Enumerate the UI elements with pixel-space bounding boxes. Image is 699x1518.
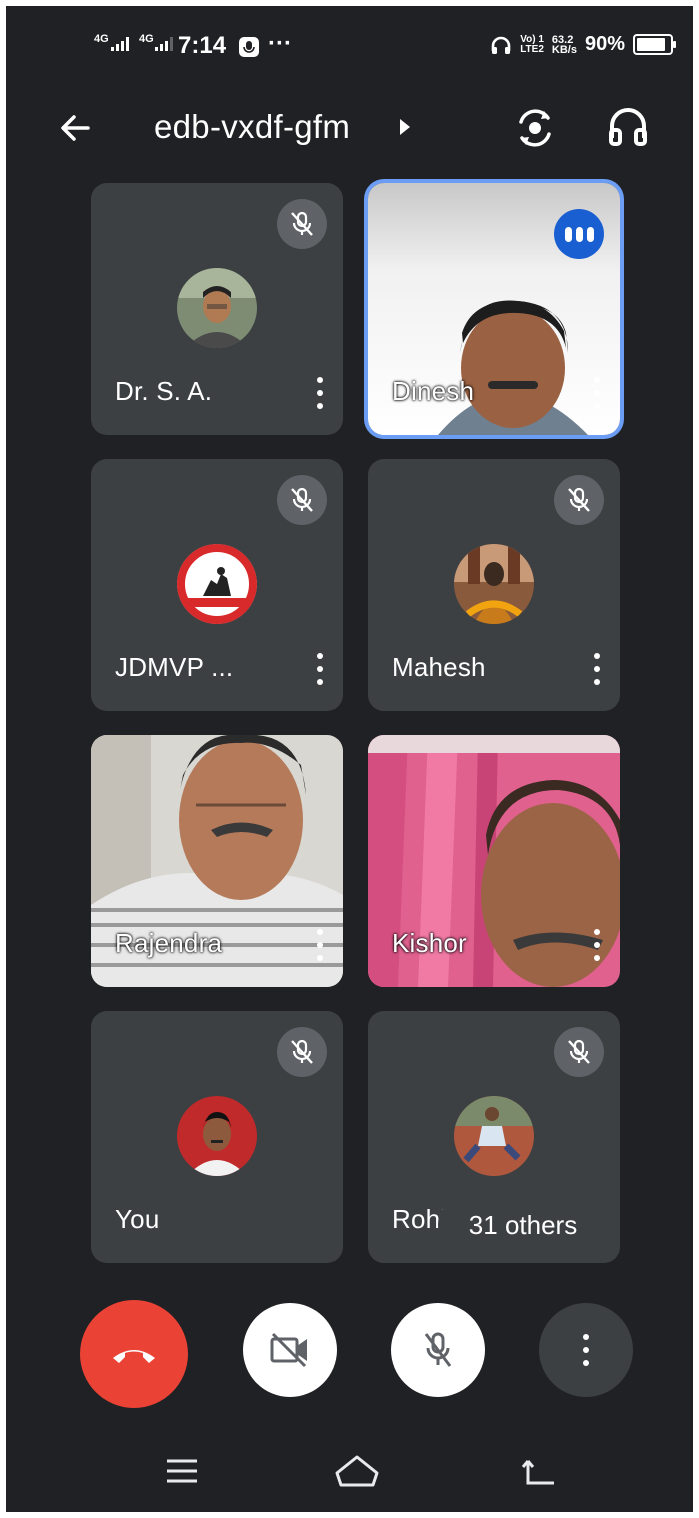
participant-tile[interactable]: Mahesh [368,459,620,711]
signal-2-label: 4G [139,33,154,45]
audio-output-headset-icon[interactable] [604,104,652,152]
participant-name: Dinesh [392,376,475,406]
participant-tile[interactable]: Rajendra [91,735,343,987]
mic-off-icon [424,1332,452,1367]
battery-percent: 90% [584,33,625,55]
mic-off-icon [554,1027,604,1077]
camera-toggle-button[interactable] [243,1303,337,1397]
more-options-icon[interactable] [317,653,323,687]
participant-name: JDMVP ... [115,652,234,682]
avatar [454,1096,534,1176]
participant-name: Dr. S. A. [115,376,213,406]
hang-up-icon [113,1350,155,1363]
more-notifications-indicator: ··· [268,30,292,57]
switch-camera-icon[interactable] [511,104,559,152]
volte-indicator: Vo) 1 LTE2 [520,33,544,55]
speaking-indicator-icon [554,209,604,259]
avatar [177,268,257,348]
mic-off-icon [277,1027,327,1077]
participant-tile[interactable]: JDMVP ... [91,459,343,711]
battery-fill [637,38,666,51]
meeting-details-caret-icon[interactable] [398,117,412,137]
headset-status-icon [491,36,511,54]
end-call-button[interactable] [80,1300,188,1408]
signal-1-label: 4G [94,33,109,45]
avatar [454,544,534,624]
more-options-button[interactable] [539,1303,633,1397]
network-speed: 63.2 KB/s [551,33,577,56]
status-bar: 4G 4G 7:14 ··· Vo) 1 LTE2 63.2 KB/s 90% [6,6,693,78]
more-vert-icon [583,1334,589,1366]
meeting-code[interactable]: edb-vxdf-gfm [154,108,350,146]
home-icon[interactable] [332,1451,382,1491]
microphone-toggle-button[interactable] [391,1303,485,1397]
more-options-icon[interactable] [594,929,600,963]
more-options-icon[interactable] [317,929,323,963]
self-tile[interactable]: You [91,1011,343,1263]
phone-screen: 4G 4G 7:14 ··· Vo) 1 LTE2 63.2 KB/s 90% [6,6,693,1512]
back-nav-icon[interactable] [520,1451,560,1491]
participant-tile[interactable]: Dr. S. A. [91,183,343,435]
status-right: Vo) 1 LTE2 63.2 KB/s 90% [490,33,676,56]
participant-name: Mahesh [392,652,486,682]
more-options-icon[interactable] [594,377,600,411]
signal-2-icon [155,37,173,51]
camera-off-icon [270,1332,307,1368]
participant-name: You [115,1204,160,1234]
signal-1-icon [111,37,129,51]
participant-tile[interactable]: Kishor [368,735,620,987]
status-time: 7:14 [178,32,227,59]
participant-name: Rajendra [115,928,223,958]
participant-name: Kishor [392,928,467,958]
back-arrow-icon[interactable] [54,106,98,150]
org-logo-avatar [177,544,257,624]
recent-apps-icon[interactable] [164,1451,200,1491]
mic-off-icon [277,199,327,249]
mic-off-icon [554,475,604,525]
more-options-icon[interactable] [317,377,323,411]
mic-off-icon [277,475,327,525]
avatar [177,1096,257,1176]
others-participants-chip[interactable]: 31 others [438,1194,608,1256]
more-options-icon[interactable] [594,653,600,687]
participant-tile[interactable]: Dinesh [368,183,620,435]
mic-notification-icon [239,37,259,57]
battery-icon [633,34,676,55]
meeting-header: edb-vxdf-gfm [6,96,693,156]
